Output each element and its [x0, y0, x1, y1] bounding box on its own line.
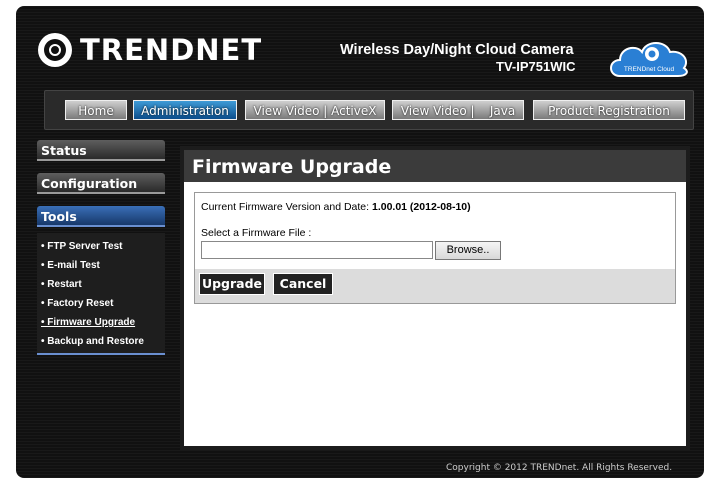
product-model: TV-IP751WIC [496, 59, 576, 74]
sidebar-item-factory-reset[interactable]: • Factory Reset [41, 298, 113, 309]
firmware-version-value: 1.00.01 (2012-08-10) [371, 201, 471, 213]
firmware-version-label: Current Firmware Version and Date: [201, 201, 372, 213]
nav-administration[interactable]: Administration [133, 100, 237, 120]
title-bar: Firmware Upgrade [184, 150, 686, 182]
cloud-badge-text: TRENDnet Cloud [624, 66, 675, 73]
sidebar-item-restart[interactable]: • Restart [41, 279, 82, 290]
nav-home[interactable]: Home [65, 100, 127, 120]
browse-button[interactable]: Browse.. [435, 241, 501, 260]
cancel-button[interactable]: Cancel [273, 273, 333, 295]
page-title: Firmware Upgrade [192, 156, 392, 178]
select-file-label: Select a Firmware File : [201, 227, 312, 239]
sidebar-item-firmware-upgrade[interactable]: • Firmware Upgrade [41, 317, 135, 328]
sidebar-status[interactable]: Status [37, 140, 165, 161]
action-button-row: Upgrade Cancel [195, 269, 675, 303]
sidebar-tools[interactable]: Tools [37, 206, 165, 227]
trendnet-cloud-icon: TRENDnet Cloud [610, 42, 688, 77]
tools-submenu: • FTP Server Test • E-mail Test • Restar… [37, 233, 165, 355]
nav-view-video-java[interactable]: View Video | Java [392, 100, 524, 120]
page-frame: TRENDNET Wireless Day/Night Cloud Camera… [16, 6, 704, 478]
main-panel: Firmware Upgrade Current Firmware Versio… [180, 146, 690, 450]
firmware-file-input[interactable] [201, 241, 433, 259]
product-name: Wireless Day/Night Cloud Camera [340, 42, 574, 58]
nav-product-registration[interactable]: Product Registration [533, 100, 685, 120]
sidebar-item-ftp-server-test[interactable]: • FTP Server Test [41, 241, 123, 252]
copyright-text: Copyright © 2012 TRENDnet. All Rights Re… [446, 463, 673, 473]
sidebar-item-backup-and-restore[interactable]: • Backup and Restore [41, 336, 144, 347]
sidebar-configuration[interactable]: Configuration [37, 173, 165, 194]
top-nav: Home Administration View Video | ActiveX… [44, 90, 694, 130]
nav-view-video-activex[interactable]: View Video | ActiveX [245, 100, 385, 120]
sidebar-item-email-test[interactable]: • E-mail Test [41, 260, 100, 271]
logo-text: TRENDNET [80, 33, 263, 67]
trendnet-logo-icon [38, 33, 72, 67]
firmware-form: Current Firmware Version and Date: 1.00.… [194, 192, 676, 304]
firmware-version-text: Current Firmware Version and Date: 1.00.… [201, 201, 471, 213]
trendnet-logo: TRENDNET [38, 32, 262, 68]
upgrade-button[interactable]: Upgrade [199, 273, 265, 295]
header: TRENDNET Wireless Day/Night Cloud Camera… [16, 6, 704, 90]
